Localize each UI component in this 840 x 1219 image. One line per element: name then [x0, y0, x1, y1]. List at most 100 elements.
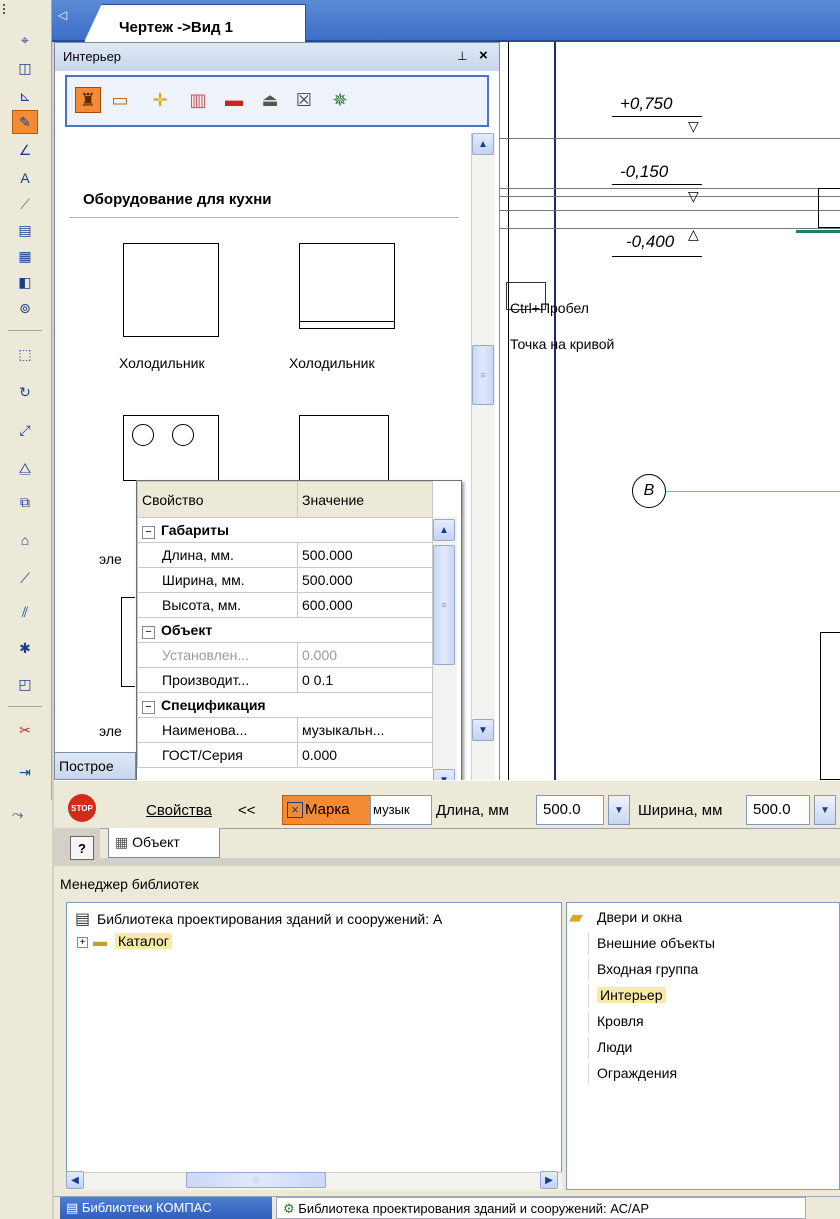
- cabinet-thumbnail[interactable]: [121, 597, 135, 687]
- trim-tool-icon[interactable]: ⟋: [12, 566, 38, 590]
- extend-tool-icon[interactable]: ⫽: [12, 600, 38, 624]
- move-tool-icon[interactable]: ⬚: [12, 342, 38, 366]
- collapse-icon[interactable]: −: [142, 625, 155, 639]
- deform-tool-icon[interactable]: ⌂: [12, 528, 38, 552]
- point-tool-icon[interactable]: ⌖: [12, 28, 38, 52]
- dimension-tool-icon[interactable]: ◫: [12, 56, 38, 80]
- edit-tool-icon[interactable]: ✎: [12, 110, 38, 134]
- toolbar-grip[interactable]: [3, 4, 7, 14]
- tab-kompas-libraries[interactable]: ▤ Библиотеки КОМПАС: [60, 1197, 272, 1219]
- fillet-tool-icon[interactable]: ◰: [12, 672, 38, 696]
- width-field[interactable]: 500.0: [746, 795, 810, 825]
- mirror-tool-icon[interactable]: ⧋: [12, 456, 38, 480]
- tab-drawing-view[interactable]: Чертеж ->Вид 1: [84, 4, 306, 42]
- tab-scroll-left-icon[interactable]: ◁: [58, 8, 74, 26]
- marka-button[interactable]: × Марка: [282, 795, 372, 825]
- expand-icon[interactable]: +: [77, 937, 88, 948]
- list-item-roof[interactable]: Кровля: [597, 1013, 644, 1029]
- property-value[interactable]: 0 0.1: [297, 667, 433, 693]
- property-row[interactable]: Ширина, мм. 500.000: [137, 567, 433, 593]
- scroll-left-icon[interactable]: ◀: [66, 1171, 84, 1189]
- collapse-icon[interactable]: −: [142, 700, 155, 714]
- library-tree[interactable]: ▤ Библиотека проектирования зданий и соо…: [66, 902, 562, 1190]
- length-field[interactable]: 500.0: [536, 795, 604, 825]
- chair-icon[interactable]: ♜: [75, 87, 101, 113]
- pin-icon[interactable]: ⊥: [457, 49, 467, 63]
- group-row[interactable]: − Габариты: [137, 517, 433, 543]
- fridge-thumbnail[interactable]: [123, 243, 219, 337]
- collapse-icon[interactable]: −: [142, 525, 155, 539]
- col-header-property[interactable]: Свойство: [137, 481, 298, 518]
- scroll-right-icon[interactable]: ▶: [540, 1171, 558, 1189]
- view-tool-icon[interactable]: ◧: [12, 270, 38, 294]
- property-row[interactable]: Наименова... музыкальн...: [137, 717, 433, 743]
- properties-scrollbar[interactable]: ▲ ≡ ▼: [433, 517, 457, 793]
- property-value[interactable]: музыкальн...: [297, 717, 433, 743]
- property-row[interactable]: ГОСТ/Серия 0.000: [137, 742, 433, 768]
- delete-tool-icon[interactable]: ✂: [12, 718, 38, 742]
- col-header-value[interactable]: Значение: [297, 481, 433, 518]
- group-row[interactable]: − Объект: [137, 617, 433, 643]
- plant-icon[interactable]: ✵: [327, 87, 353, 113]
- copy-tool-icon[interactable]: ⧉: [12, 490, 38, 514]
- text-tool-icon[interactable]: A: [12, 166, 38, 190]
- shelf-icon[interactable]: ▬: [221, 87, 247, 113]
- select-tool-icon[interactable]: ▤: [12, 218, 38, 242]
- list-item-people[interactable]: Люди: [597, 1039, 632, 1055]
- property-value[interactable]: 0.000: [297, 742, 433, 768]
- hat-icon[interactable]: ⏏: [257, 87, 283, 113]
- list-item-fences[interactable]: Ограждения: [597, 1065, 677, 1081]
- property-row[interactable]: Длина, мм. 500.000: [137, 542, 433, 568]
- item-label[interactable]: Холодильник: [289, 355, 375, 371]
- spec-tool-icon[interactable]: ⊚: [12, 296, 38, 320]
- library-section-list[interactable]: ▰ Двери и окна Внешние объекты Входная г…: [566, 902, 840, 1190]
- cat-icon[interactable]: ☒: [291, 87, 317, 113]
- sofa-icon[interactable]: ▥: [185, 87, 211, 113]
- stove-thumbnail[interactable]: [123, 415, 219, 481]
- sink-thumbnail[interactable]: [299, 415, 389, 481]
- scroll-thumb[interactable]: ≡: [472, 345, 494, 405]
- property-value[interactable]: 500.000: [297, 567, 433, 593]
- tab-object[interactable]: ▦ Объект: [108, 828, 220, 858]
- property-value[interactable]: 0.000: [297, 642, 433, 668]
- table-icon[interactable]: ▭: [107, 87, 133, 113]
- property-row[interactable]: Установлен... 0.000: [137, 642, 433, 668]
- param-tool-icon[interactable]: ∠: [12, 138, 38, 162]
- list-item-exterior[interactable]: Внешние объекты: [597, 935, 715, 951]
- tree-horizontal-scrollbar[interactable]: ◀ ⦙⦙⦙ ▶: [66, 1171, 562, 1190]
- insert-tool-icon[interactable]: ⇥: [12, 760, 38, 784]
- scroll-up-icon[interactable]: ▲: [472, 133, 494, 155]
- stop-button[interactable]: STOP: [68, 794, 96, 822]
- properties-toggle-button[interactable]: Свойства: [146, 802, 212, 819]
- rotate-tool-icon[interactable]: ↻: [12, 380, 38, 404]
- property-row[interactable]: Высота, мм. 600.000: [137, 592, 433, 618]
- scroll-thumb[interactable]: ⦙⦙⦙: [186, 1172, 326, 1188]
- scroll-down-icon[interactable]: ▼: [472, 719, 494, 741]
- library-tool-icon[interactable]: ▦: [12, 244, 38, 268]
- drawing-canvas[interactable]: +0,750 ▽ -0,150 ▽ -0,400 △ Ctrl+Пробел Т…: [500, 42, 840, 780]
- collapse-arrow[interactable]: <<: [238, 802, 256, 819]
- close-icon[interactable]: ×: [479, 47, 488, 64]
- item-label[interactable]: Холодильник: [119, 355, 205, 371]
- scroll-thumb[interactable]: ≡: [433, 545, 455, 665]
- tree-root-item[interactable]: Библиотека проектирования зданий и соору…: [97, 911, 442, 927]
- property-value[interactable]: 600.000: [297, 592, 433, 618]
- checkbox-x-icon[interactable]: ×: [287, 802, 303, 819]
- property-value[interactable]: 500.000: [297, 542, 433, 568]
- scroll-up-icon[interactable]: ▲: [433, 519, 455, 541]
- list-item-doors-windows[interactable]: Двери и окна: [597, 909, 682, 925]
- help-icon[interactable]: ?: [70, 836, 94, 860]
- panel-scrollbar[interactable]: ▲ ≡ ▼: [471, 133, 495, 783]
- tree-child-item[interactable]: Каталог: [115, 933, 172, 949]
- break-tool-icon[interactable]: ✱: [12, 636, 38, 660]
- tab-building-library[interactable]: ⚙ Библиотека проектирования зданий и соо…: [276, 1197, 806, 1219]
- property-row[interactable]: Производит... 0 0.1: [137, 667, 433, 693]
- measure-tool-icon[interactable]: ⟋: [12, 192, 38, 216]
- tab-construct[interactable]: Построе: [54, 752, 136, 780]
- group-row[interactable]: − Спецификация: [137, 692, 433, 718]
- symbol-tool-icon[interactable]: ⊾: [12, 84, 38, 108]
- scale-tool-icon[interactable]: ⤢: [12, 418, 38, 442]
- fridge-thumbnail-2[interactable]: [299, 243, 395, 329]
- list-item-entrance[interactable]: Входная группа: [597, 961, 698, 977]
- item-label[interactable]: эле: [99, 723, 122, 739]
